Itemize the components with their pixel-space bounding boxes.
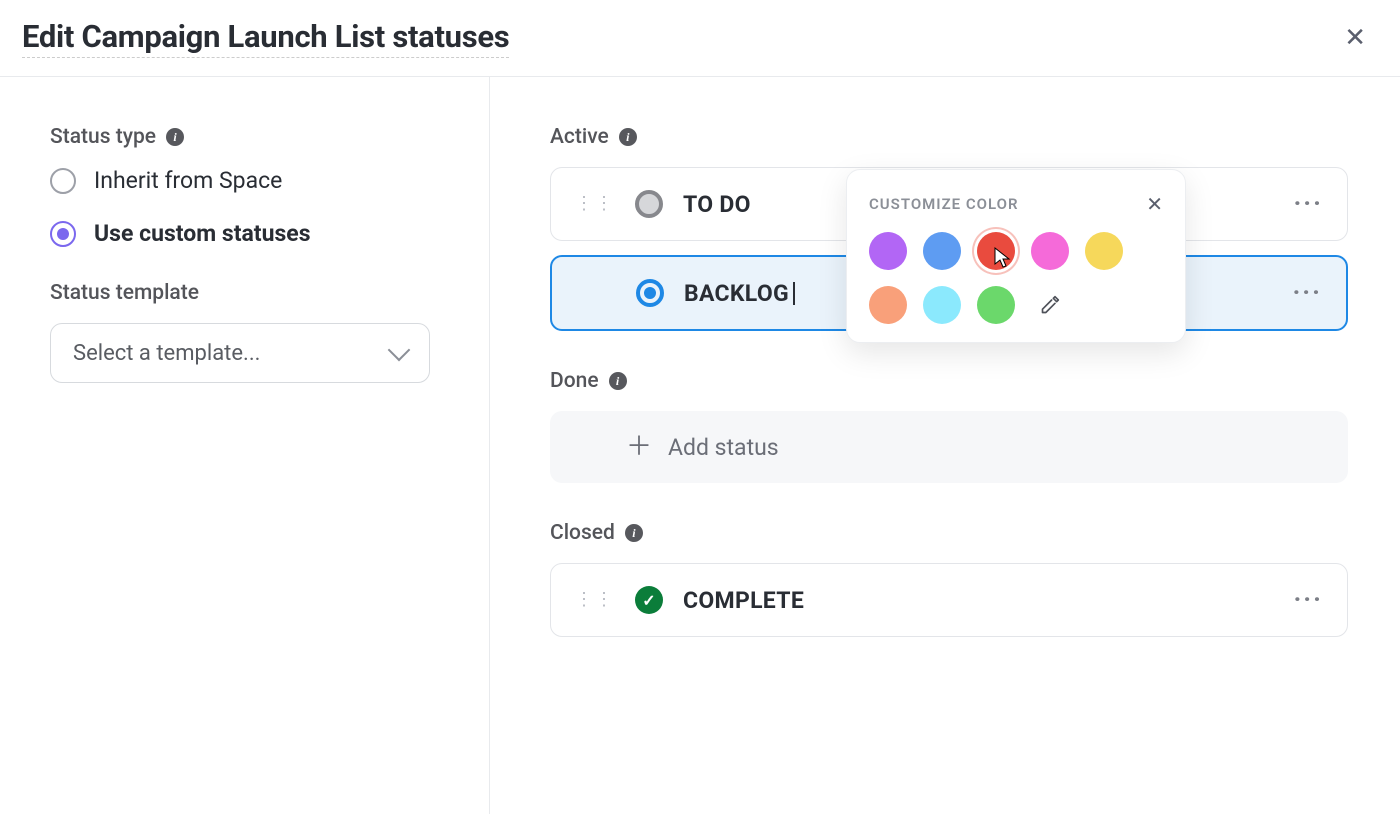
cursor-icon	[991, 246, 1015, 270]
radio-inherit-from-space[interactable]: Inherit from Space	[50, 167, 439, 194]
radio-icon	[50, 221, 76, 247]
section-done: Done i ＋ Add status	[550, 369, 1348, 483]
popover-title: CUSTOMIZE COLOR	[869, 195, 1019, 213]
status-color-icon[interactable]	[636, 279, 664, 307]
color-swatch-purple[interactable]	[869, 232, 907, 270]
color-swatch-green[interactable]	[977, 286, 1015, 324]
color-swatch-pink[interactable]	[1031, 232, 1069, 270]
close-icon[interactable]: ✕	[1340, 19, 1370, 57]
info-icon[interactable]: i	[625, 524, 643, 542]
status-item-complete[interactable]: ⋮⋮ ✓ COMPLETE ···	[550, 563, 1348, 637]
template-select[interactable]: Select a template...	[50, 323, 430, 383]
color-swatch-blue[interactable]	[923, 232, 961, 270]
more-actions-icon[interactable]: ···	[1293, 585, 1323, 615]
color-popover: CUSTOMIZE COLOR ✕	[846, 169, 1186, 343]
status-name-input[interactable]: BACKLOG	[684, 280, 789, 307]
info-icon[interactable]: i	[166, 128, 184, 146]
dialog-title: Edit Campaign Launch List statuses	[22, 18, 509, 58]
color-swatch-cyan[interactable]	[923, 286, 961, 324]
template-placeholder: Select a template...	[73, 341, 260, 366]
info-icon[interactable]: i	[609, 372, 627, 390]
left-pane: Status type i Inherit from Space Use cus…	[0, 77, 490, 814]
status-type-label: Status type i	[50, 125, 439, 149]
add-status-label: Add status	[668, 434, 779, 461]
section-label-active: Active i	[550, 125, 1348, 149]
eyedropper-icon[interactable]	[1031, 286, 1069, 324]
status-color-icon[interactable]: ✓	[635, 586, 663, 614]
info-icon[interactable]: i	[619, 128, 637, 146]
section-label-closed: Closed i	[550, 521, 1348, 545]
radio-icon	[50, 168, 76, 194]
radio-label: Inherit from Space	[94, 167, 282, 194]
close-icon[interactable]: ✕	[1146, 192, 1163, 216]
status-name: COMPLETE	[683, 587, 804, 614]
popover-header: CUSTOMIZE COLOR ✕	[869, 192, 1163, 216]
color-swatch-yellow[interactable]	[1085, 232, 1123, 270]
chevron-down-icon	[388, 339, 411, 362]
status-color-icon[interactable]	[635, 190, 663, 218]
more-actions-icon[interactable]: ···	[1293, 189, 1323, 219]
more-actions-icon[interactable]: ···	[1292, 278, 1322, 308]
status-template-block: Status template Select a template...	[50, 281, 439, 383]
radio-label: Use custom statuses	[94, 220, 311, 247]
drag-handle-icon[interactable]: ⋮⋮	[575, 199, 615, 209]
section-closed: Closed i ⋮⋮ ✓ COMPLETE ···	[550, 521, 1348, 637]
dialog-body: Status type i Inherit from Space Use cus…	[0, 77, 1400, 814]
radio-use-custom-statuses[interactable]: Use custom statuses	[50, 220, 439, 247]
drag-handle-icon[interactable]: ⋮⋮	[575, 595, 615, 605]
right-pane: Active i ⋮⋮ TO DO ··· ⋮⋮ BACKLOG ··· Don…	[490, 77, 1400, 814]
color-swatch-red[interactable]	[977, 232, 1015, 270]
dialog-header: Edit Campaign Launch List statuses ✕	[0, 0, 1400, 77]
color-swatch-orange[interactable]	[869, 286, 907, 324]
status-template-label: Status template	[50, 281, 439, 305]
status-name: TO DO	[683, 191, 751, 218]
add-status-button[interactable]: ＋ Add status	[550, 411, 1348, 483]
color-swatch-grid	[869, 232, 1163, 324]
plus-icon: ＋	[626, 434, 652, 460]
section-label-done: Done i	[550, 369, 1348, 393]
